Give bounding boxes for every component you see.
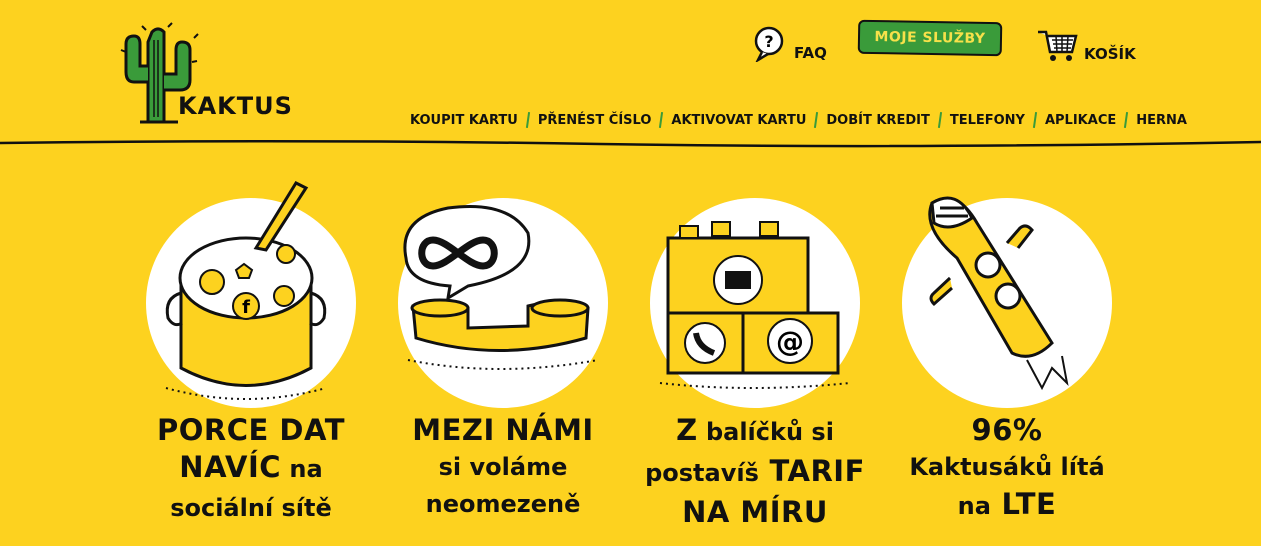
logo-text: KAKTUS bbox=[178, 92, 293, 120]
svg-text:@: @ bbox=[776, 325, 804, 358]
nav-telefony[interactable]: TELEFONY bbox=[950, 113, 1025, 128]
cart-link[interactable]: KOŠÍK bbox=[1036, 26, 1136, 64]
feature-tarif-caption: Z balíčků si postavíš TARIF NA MÍRU bbox=[635, 412, 875, 531]
building-blocks-icon: @ bbox=[659, 221, 851, 389]
nav-prenest-cislo[interactable]: PŘENÉST ČÍSLO bbox=[538, 113, 652, 128]
soup-pot-icon: f bbox=[165, 181, 327, 400]
caption-line: LTE bbox=[990, 487, 1057, 521]
main-nav: KOUPIT KARTU PŘENÉST ČÍSLO AKTIVOVAT KAR… bbox=[410, 111, 1187, 129]
moje-sluzby-button[interactable]: MOJE SLUŽBY bbox=[857, 19, 1003, 57]
caption-line: na bbox=[957, 492, 991, 520]
caption-line: sociální sítě bbox=[170, 494, 332, 522]
nav-separator bbox=[1032, 111, 1038, 129]
nav-separator bbox=[525, 111, 530, 129]
nav-aktivovat-kartu[interactable]: AKTIVOVAT KARTU bbox=[671, 113, 806, 128]
shopping-cart-icon bbox=[1038, 30, 1078, 61]
caption-line: 96% bbox=[971, 413, 1043, 447]
cart-label: KOŠÍK bbox=[1084, 45, 1136, 63]
nav-separator bbox=[1124, 111, 1129, 129]
nav-dobit-kredit[interactable]: DOBÍT KREDIT bbox=[826, 113, 929, 128]
caption-line: NAVÍC bbox=[179, 450, 282, 484]
faq-label: FAQ bbox=[794, 44, 827, 62]
feature-data-caption: PORCE DAT NAVÍC na sociální sítě bbox=[131, 412, 371, 527]
header-divider bbox=[0, 139, 1261, 148]
svg-text:f: f bbox=[242, 297, 250, 318]
nav-separator bbox=[814, 111, 819, 129]
caption-line: postavíš bbox=[645, 459, 759, 487]
feature-lte-caption: 96% Kaktusáků lítá na LTE bbox=[887, 412, 1127, 527]
nav-separator bbox=[659, 111, 664, 129]
caption-line: PORCE DAT bbox=[157, 413, 345, 447]
caption-line: NA MÍRU bbox=[682, 495, 828, 529]
nav-aplikace[interactable]: APLIKACE bbox=[1045, 113, 1116, 128]
phone-infinity-icon bbox=[403, 204, 599, 370]
feature-calls-caption: MEZI NÁMI si voláme neomezeně bbox=[383, 412, 623, 523]
caption-line: TARIF bbox=[758, 454, 865, 488]
nav-herna[interactable]: HERNA bbox=[1136, 113, 1187, 128]
caption-line: Kaktusáků lítá bbox=[909, 453, 1105, 481]
caption-line: Z bbox=[676, 413, 698, 447]
caption-line: balíčků si bbox=[697, 418, 834, 446]
faq-link[interactable]: ? FAQ bbox=[752, 26, 827, 62]
svg-text:?: ? bbox=[764, 32, 773, 51]
caption-line: neomezeně bbox=[425, 490, 581, 518]
caption-line: MEZI NÁMI bbox=[412, 413, 594, 447]
question-bubble-icon: ? bbox=[754, 26, 784, 62]
rocket-cactus-icon bbox=[928, 196, 1069, 391]
nav-koupit-kartu[interactable]: KOUPIT KARTU bbox=[410, 113, 518, 128]
nav-separator bbox=[937, 111, 942, 129]
caption-line: si voláme bbox=[438, 453, 568, 481]
caption-line: na bbox=[281, 455, 323, 483]
